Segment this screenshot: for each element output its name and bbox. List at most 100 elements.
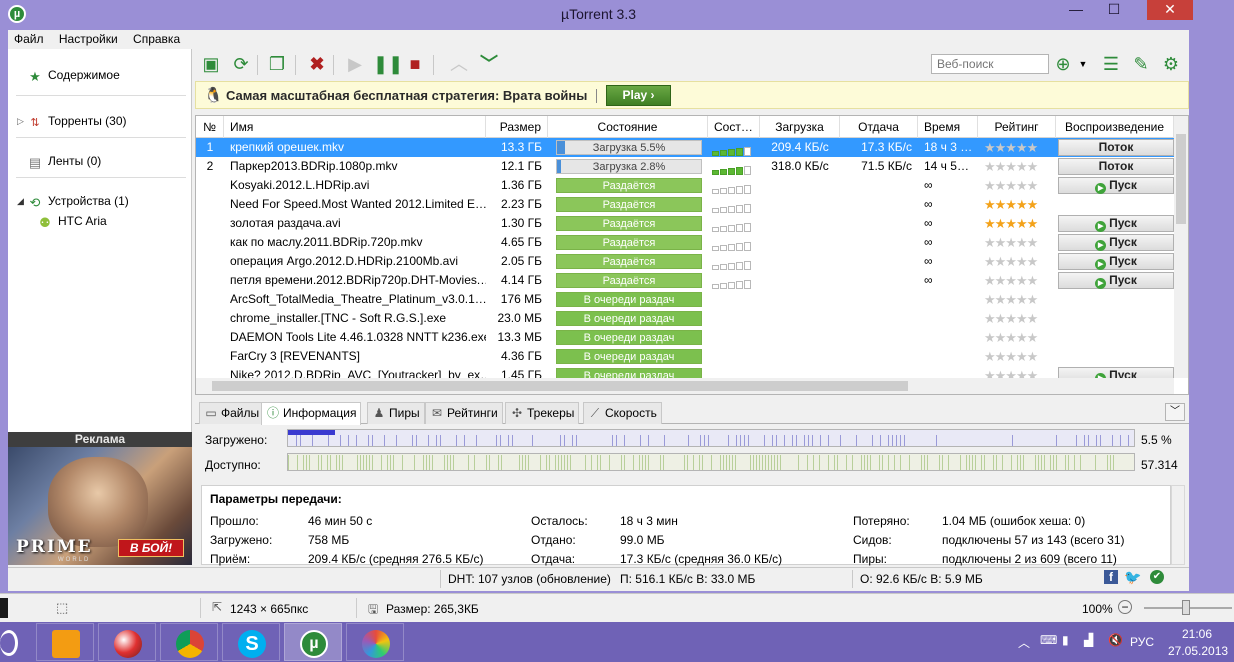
sidebar-item-devices[interactable]: ◢ ⟲ Устройства (1) xyxy=(8,191,192,211)
language-indicator[interactable]: РУС xyxy=(1130,635,1154,649)
rating-stars[interactable]: ★★★★★ xyxy=(984,214,1038,233)
maximize-button[interactable]: ☐ xyxy=(1100,0,1128,20)
table-row[interactable]: золотая раздача.avi 1.30 ГБ Раздаётся ∞ ★★★★… xyxy=(196,214,1174,233)
sidebar-item-htc-aria[interactable]: ⚉ HTC Aria xyxy=(8,211,192,231)
sidebar-item-torrents[interactable]: ▷ ⇅ Торренты (30) xyxy=(8,111,192,131)
tab-speed[interactable]: ⟋ Скорость xyxy=(583,402,662,424)
create-torrent-icon[interactable]: ❐ xyxy=(265,53,289,75)
column-header[interactable]: Отдача xyxy=(840,116,918,138)
minimize-button[interactable]: — xyxy=(1062,0,1090,20)
network-icon[interactable]: ▟ xyxy=(1084,633,1093,647)
rating-stars[interactable]: ★★★★★ xyxy=(984,176,1038,195)
collapse-arrow-icon[interactable]: ◢ xyxy=(17,191,24,211)
params-scrollbar[interactable] xyxy=(1171,485,1185,565)
column-header[interactable]: Сост… xyxy=(708,116,760,138)
play-button[interactable]: Поток xyxy=(1058,139,1174,156)
remote-icon[interactable]: ✎ xyxy=(1129,53,1153,75)
web-search-input[interactable] xyxy=(931,54,1049,74)
stop-icon[interactable]: ■ xyxy=(403,53,427,75)
column-header[interactable]: Воспроизведение xyxy=(1056,116,1174,138)
rating-stars[interactable]: ★★★★★ xyxy=(984,157,1038,176)
settings-gear-icon[interactable]: ⚙ xyxy=(1159,53,1183,75)
clock-time[interactable]: 21:06 xyxy=(1182,627,1212,641)
ad-banner[interactable]: PRIME WORLD В БОЙ! xyxy=(8,447,192,565)
taskbar-app-explorer[interactable] xyxy=(36,623,94,661)
rating-stars[interactable]: ★★★★★ xyxy=(984,195,1038,214)
table-row[interactable]: 1 крепкий орешек.mkv 13.3 ГБ Загрузка 5.5% 2… xyxy=(196,138,1174,157)
column-header[interactable]: № xyxy=(196,116,224,138)
start-icon[interactable]: ▶ xyxy=(343,53,367,75)
rating-stars[interactable]: ★★★★★ xyxy=(984,252,1038,271)
taskbar-app-skype[interactable]: S xyxy=(222,623,280,661)
rating-stars[interactable]: ★★★★★ xyxy=(984,347,1038,366)
play-button[interactable]: ▶Пуск xyxy=(1058,177,1174,194)
start-button[interactable] xyxy=(0,630,18,656)
zoom-slider-thumb[interactable] xyxy=(1182,600,1190,615)
rating-stars[interactable]: ★★★★★ xyxy=(984,233,1038,252)
taskbar-app-utorrent[interactable]: µ xyxy=(284,623,342,661)
rating-stars[interactable]: ★★★★★ xyxy=(984,138,1038,157)
tab-trackers[interactable]: ✣ Трекеры xyxy=(505,402,580,424)
tab-info[interactable]: ⓘ Информация xyxy=(261,402,362,425)
add-url-icon[interactable]: ⟳ xyxy=(229,53,253,75)
column-header[interactable]: Состояние xyxy=(548,116,708,138)
play-button[interactable]: ▶Пуск xyxy=(1058,234,1174,251)
menu-settings[interactable]: Настройки xyxy=(53,30,124,48)
scroll-thumb[interactable] xyxy=(1176,134,1186,224)
volume-icon[interactable]: 🔇 xyxy=(1108,633,1123,647)
promo-play-button[interactable]: Play › xyxy=(606,85,671,106)
menu-file[interactable]: Файл xyxy=(8,30,50,48)
twitter-icon[interactable]: 🐦 xyxy=(1124,569,1141,586)
table-row[interactable]: Need For Speed.Most Wanted 2012.Limited … xyxy=(196,195,1174,214)
table-row[interactable]: DAEMON Tools Lite 4.46.1.0328 NNTT k236.… xyxy=(196,328,1174,347)
tab-peers[interactable]: ♟ Пиры xyxy=(367,402,425,424)
list-view-icon[interactable]: ☰ xyxy=(1099,53,1123,75)
chevron-down-icon[interactable]: ▼ xyxy=(1071,53,1095,75)
column-header[interactable]: Рейтинг xyxy=(978,116,1056,138)
tab-ratings[interactable]: ✉ Рейтинги xyxy=(425,402,503,424)
table-row[interactable]: 2 Паркер2013.BDRip.1080p.mkv 12.1 ГБ Загруз… xyxy=(196,157,1174,176)
vertical-scrollbar[interactable] xyxy=(1174,116,1188,378)
keyboard-icon[interactable]: ⌨ xyxy=(1040,633,1057,647)
play-button[interactable]: ▶Пуск xyxy=(1058,215,1174,232)
facebook-icon[interactable]: f xyxy=(1104,570,1118,584)
taskbar-app-media[interactable] xyxy=(98,623,156,661)
table-row[interactable]: ArcSoft_TotalMedia_Theatre_Platinum_v3.0… xyxy=(196,290,1174,309)
collapse-panel-button[interactable]: ﹀ xyxy=(1165,403,1185,421)
close-button[interactable]: ✕ xyxy=(1147,0,1193,20)
taskbar-app-chrome[interactable] xyxy=(160,623,218,661)
play-button[interactable]: ▶Пуск xyxy=(1058,272,1174,289)
rating-stars[interactable]: ★★★★★ xyxy=(984,271,1038,290)
title-bar[interactable]: µ µTorrent 3.3 — ☐ ✕ xyxy=(0,0,1197,28)
play-button[interactable]: ▶Пуск xyxy=(1058,253,1174,270)
rating-stars[interactable]: ★★★★★ xyxy=(984,328,1038,347)
tab-files[interactable]: ▭ Файлы xyxy=(199,402,265,424)
column-header[interactable]: Имя xyxy=(224,116,486,138)
table-row[interactable]: chrome_installer.[TNC - Soft R.G.S.].exe… xyxy=(196,309,1174,328)
scroll-thumb[interactable] xyxy=(212,381,908,391)
clock-date[interactable]: 27.05.2013 xyxy=(1168,644,1228,658)
add-torrent-icon[interactable]: ▣ xyxy=(199,53,223,75)
move-down-icon[interactable]: ﹀ xyxy=(477,53,501,75)
column-header[interactable]: Размер xyxy=(486,116,548,138)
zoom-out-button[interactable]: − xyxy=(1118,600,1132,614)
upload-status[interactable]: О: 92.6 КБ/с В: 5.9 МБ xyxy=(860,572,983,586)
horizontal-scrollbar[interactable] xyxy=(196,378,1174,394)
table-row[interactable]: как по маслу.2011.BDRip.720p.mkv 4.65 ГБ Р… xyxy=(196,233,1174,252)
sidebar-item-content[interactable]: ★ Содержимое xyxy=(8,65,192,85)
dht-status[interactable]: DHT: 107 узлов (обновление) xyxy=(448,572,611,586)
rating-stars[interactable]: ★★★★★ xyxy=(984,309,1038,328)
menu-help[interactable]: Справка xyxy=(127,30,186,48)
table-row[interactable]: FarCry 3 [REVENANTS] 4.36 ГБ В очереди раз… xyxy=(196,347,1174,366)
table-row[interactable]: петля времени.2012.BDRip720p.DHT-Movies.… xyxy=(196,271,1174,290)
taskbar-app-paint[interactable] xyxy=(346,623,404,661)
expand-arrow-icon[interactable]: ▷ xyxy=(17,111,24,131)
pause-icon[interactable]: ❚❚ xyxy=(373,53,403,75)
ad-cta-button[interactable]: В БОЙ! xyxy=(118,539,184,557)
battery-icon[interactable]: ▮ xyxy=(1062,633,1069,647)
play-button[interactable]: Поток xyxy=(1058,158,1174,175)
move-up-icon[interactable]: ︿ xyxy=(447,53,471,75)
status-ok-icon[interactable]: ✔ xyxy=(1150,570,1164,584)
column-header[interactable]: Время xyxy=(918,116,978,138)
sidebar-item-feeds[interactable]: ▤ Ленты (0) xyxy=(8,151,192,171)
